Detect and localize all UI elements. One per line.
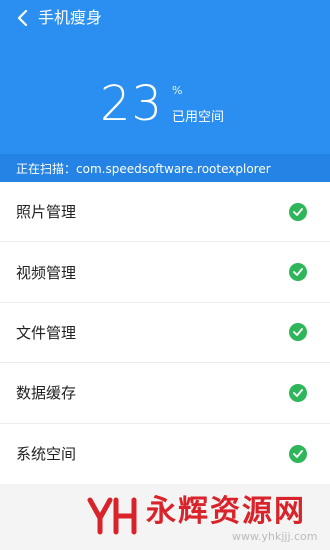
list-item-label: 文件管理 (16, 323, 77, 342)
list-item-photos[interactable]: 照片管理 (0, 182, 330, 243)
top-bar: 手机瘦身 (0, 0, 330, 36)
check-icon (289, 444, 307, 463)
watermark: 永辉资源网 www.yhkjjj.com (0, 484, 330, 550)
list-item-files[interactable]: 文件管理 (0, 303, 330, 364)
back-button[interactable] (12, 6, 32, 30)
list-item-label: 视频管理 (16, 263, 77, 282)
percent-sign: % (172, 84, 183, 97)
used-space-label: 已用空间 (172, 110, 225, 125)
list-item-label: 系统空间 (16, 445, 77, 464)
list-item-data-cache[interactable]: 数据缓存 (0, 363, 330, 424)
header: 手机瘦身 23 % 已用空间 正在扫描：com.speedsoftware.ro… (0, 0, 330, 182)
check-icon (289, 263, 307, 282)
list-item-videos[interactable]: 视频管理 (0, 242, 330, 303)
list-item-label: 照片管理 (16, 203, 77, 222)
list-item-label: 数据缓存 (16, 384, 77, 403)
category-list: 照片管理 视频管理 文件管理 数据缓存 系统空间 (0, 182, 330, 484)
used-percent-value: 23 (100, 76, 164, 132)
page-title: 手机瘦身 (38, 8, 103, 27)
check-icon (289, 323, 307, 342)
watermark-logo-icon (87, 497, 137, 535)
scan-status-text: 正在扫描：com.speedsoftware.rootexplorer (16, 161, 271, 176)
scan-status-bar: 正在扫描：com.speedsoftware.rootexplorer (0, 154, 330, 182)
check-icon (289, 202, 307, 221)
watermark-url: www.yhkjjj.com (232, 530, 318, 543)
chevron-left-icon (17, 9, 28, 27)
watermark-text: 永辉资源网 (146, 494, 306, 529)
check-icon (289, 383, 307, 402)
list-item-system-space[interactable]: 系统空间 (0, 424, 330, 484)
